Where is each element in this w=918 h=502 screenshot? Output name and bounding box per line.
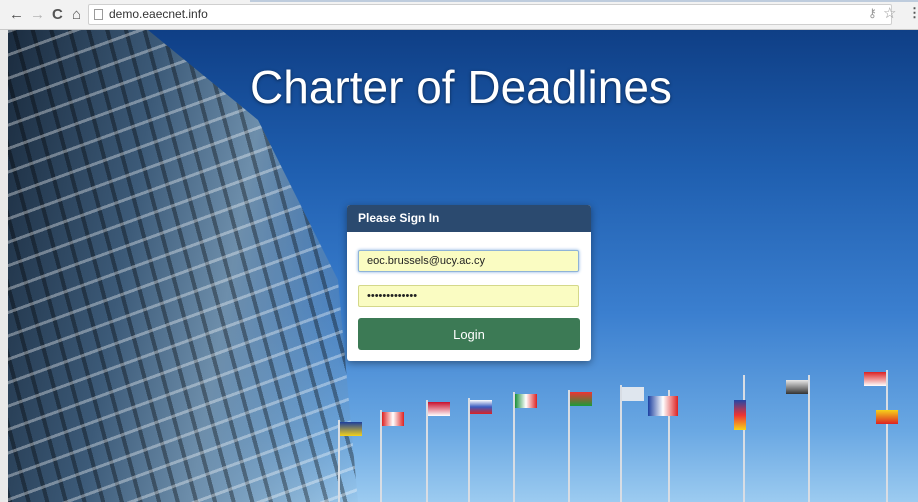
page-icon (94, 9, 103, 20)
reload-icon[interactable]: C (52, 6, 63, 24)
flagpole (513, 392, 515, 502)
flag (734, 400, 746, 430)
flag (340, 422, 362, 436)
flag (570, 392, 592, 406)
home-icon[interactable]: ⌂ (72, 6, 81, 24)
password-field[interactable] (358, 285, 579, 307)
flag (876, 410, 898, 424)
login-button[interactable]: Login (358, 318, 580, 350)
flag (515, 394, 537, 408)
back-arrow-icon[interactable]: ← (9, 6, 24, 24)
menu-icon[interactable]: ⋮ (908, 5, 918, 21)
login-panel: Please Sign In Login (347, 205, 591, 361)
email-field[interactable] (358, 250, 579, 272)
flagpole (886, 370, 888, 502)
flag (864, 372, 886, 386)
flag (648, 396, 678, 416)
flag (786, 380, 808, 394)
bookmark-star-icon[interactable]: ☆ (883, 4, 896, 22)
flag (622, 387, 644, 401)
flag (428, 402, 450, 416)
tab-strip-line (250, 0, 918, 2)
page-title: Charter of Deadlines (250, 61, 672, 113)
flag (470, 400, 492, 414)
browser-toolbar: ← → C ⌂ demo.eaecnet.info ⚷ ☆ ⋮ (0, 0, 918, 30)
flagpole (808, 375, 810, 502)
key-icon[interactable]: ⚷ (868, 6, 877, 20)
flagpole (568, 390, 570, 502)
address-bar-url[interactable]: demo.eaecnet.info (109, 7, 208, 21)
flag (382, 412, 404, 426)
flagpole (743, 375, 745, 502)
login-panel-heading: Please Sign In (347, 205, 591, 232)
forward-arrow-icon[interactable]: → (30, 6, 45, 24)
address-bar[interactable]: demo.eaecnet.info (88, 4, 892, 25)
flagpole (620, 385, 622, 502)
